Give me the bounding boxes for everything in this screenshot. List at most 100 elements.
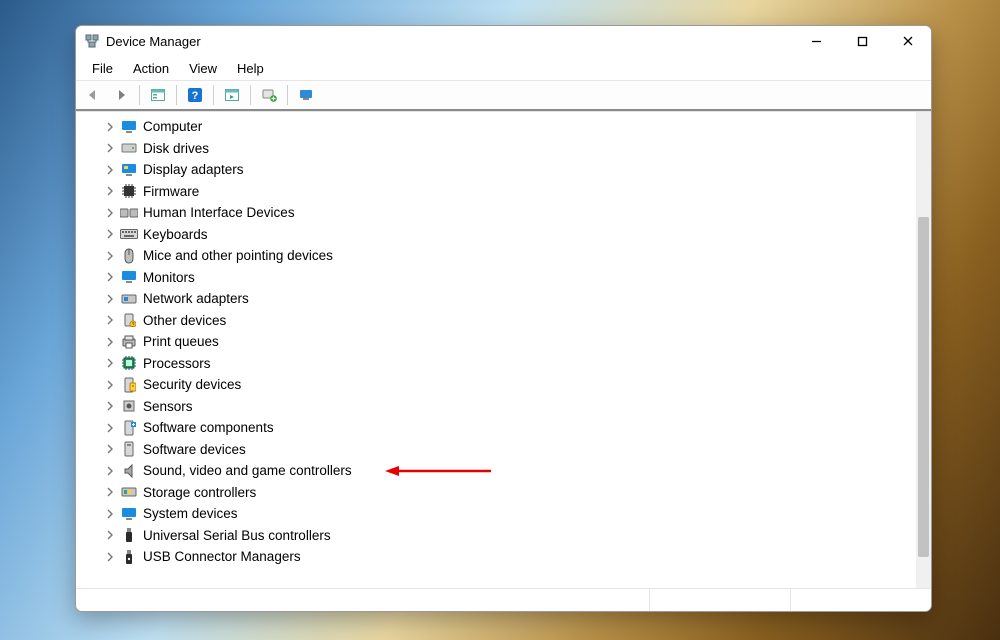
tree-node-label: Universal Serial Bus controllers bbox=[143, 528, 331, 543]
menu-help[interactable]: Help bbox=[227, 58, 274, 79]
chevron-right-icon[interactable] bbox=[104, 164, 116, 176]
tree-node-label: Firmware bbox=[143, 184, 199, 199]
menu-file[interactable]: File bbox=[82, 58, 123, 79]
tree-node-label: System devices bbox=[143, 506, 238, 521]
chevron-right-icon[interactable] bbox=[104, 142, 116, 154]
usb-conn-icon bbox=[120, 549, 138, 565]
chevron-right-icon[interactable] bbox=[104, 271, 116, 283]
monitor-icon bbox=[120, 119, 138, 135]
toolbar: ? bbox=[76, 81, 931, 111]
tree-node-label: Processors bbox=[143, 356, 211, 371]
tree-node[interactable]: Software devices bbox=[76, 439, 916, 461]
device-manager-icon bbox=[84, 33, 100, 49]
chevron-right-icon[interactable] bbox=[104, 185, 116, 197]
tree-node[interactable]: System devices bbox=[76, 503, 916, 525]
other-icon: ? bbox=[120, 312, 138, 328]
tree-node-label: USB Connector Managers bbox=[143, 549, 301, 564]
storage-icon bbox=[120, 484, 138, 500]
keyboard-icon bbox=[120, 226, 138, 242]
menu-view[interactable]: View bbox=[179, 58, 227, 79]
chip-dark-icon bbox=[120, 183, 138, 199]
tree-node[interactable]: Disk drives bbox=[76, 138, 916, 160]
tree-node[interactable]: USB Connector Managers bbox=[76, 546, 916, 568]
status-bar bbox=[76, 588, 931, 611]
show-hide-tree-button[interactable] bbox=[145, 83, 171, 107]
tree-node[interactable]: Software components bbox=[76, 417, 916, 439]
display-icon bbox=[120, 162, 138, 178]
tree-node-label: Software devices bbox=[143, 442, 246, 457]
tree-node-label: Print queues bbox=[143, 334, 219, 349]
tree-node[interactable]: Human Interface Devices bbox=[76, 202, 916, 224]
tree-node[interactable]: Universal Serial Bus controllers bbox=[76, 525, 916, 547]
chevron-right-icon[interactable] bbox=[104, 486, 116, 498]
tree-node-label: Other devices bbox=[143, 313, 226, 328]
tree-node-label: Display adapters bbox=[143, 162, 244, 177]
desktop-wallpaper: Device Manager File Action View Help bbox=[0, 0, 1000, 640]
forward-button[interactable] bbox=[108, 83, 134, 107]
tree-node[interactable]: ? Other devices bbox=[76, 310, 916, 332]
close-button[interactable] bbox=[885, 26, 931, 56]
chevron-right-icon[interactable] bbox=[104, 357, 116, 369]
tree-node-label: Security devices bbox=[143, 377, 241, 392]
chevron-right-icon[interactable] bbox=[104, 400, 116, 412]
cpu-icon bbox=[120, 355, 138, 371]
usb-icon bbox=[120, 527, 138, 543]
tree-node[interactable]: Security devices bbox=[76, 374, 916, 396]
scan-hardware-button[interactable] bbox=[219, 83, 245, 107]
tree-node[interactable]: Storage controllers bbox=[76, 482, 916, 504]
chevron-right-icon[interactable] bbox=[104, 551, 116, 563]
chevron-right-icon[interactable] bbox=[104, 336, 116, 348]
chevron-right-icon[interactable] bbox=[104, 465, 116, 477]
chevron-right-icon[interactable] bbox=[104, 121, 116, 133]
minimize-button[interactable] bbox=[793, 26, 839, 56]
disk-icon bbox=[120, 140, 138, 156]
scroll-thumb[interactable] bbox=[918, 217, 929, 557]
menu-action[interactable]: Action bbox=[123, 58, 179, 79]
tree-node[interactable]: Keyboards bbox=[76, 224, 916, 246]
hid-icon bbox=[120, 205, 138, 221]
tree-node[interactable]: Print queues bbox=[76, 331, 916, 353]
chevron-right-icon[interactable] bbox=[104, 529, 116, 541]
tree-node[interactable]: Processors bbox=[76, 353, 916, 375]
back-button[interactable] bbox=[80, 83, 106, 107]
tree-node[interactable]: Firmware bbox=[76, 181, 916, 203]
tree-node-label: Network adapters bbox=[143, 291, 249, 306]
chevron-right-icon[interactable] bbox=[104, 293, 116, 305]
tree-node-label: Keyboards bbox=[143, 227, 208, 242]
vertical-scrollbar[interactable] bbox=[916, 112, 931, 588]
tree-node-label: Computer bbox=[143, 119, 202, 134]
sensor-icon bbox=[120, 398, 138, 414]
tree-node-label: Storage controllers bbox=[143, 485, 256, 500]
chevron-right-icon[interactable] bbox=[104, 508, 116, 520]
chevron-right-icon[interactable] bbox=[104, 379, 116, 391]
tree-node[interactable]: Display adapters bbox=[76, 159, 916, 181]
menu-bar: File Action View Help bbox=[76, 56, 931, 81]
help-button[interactable]: ? bbox=[182, 83, 208, 107]
title-bar[interactable]: Device Manager bbox=[76, 26, 931, 56]
security-icon bbox=[120, 377, 138, 393]
chevron-right-icon[interactable] bbox=[104, 228, 116, 240]
chevron-right-icon[interactable] bbox=[104, 422, 116, 434]
chevron-right-icon[interactable] bbox=[104, 443, 116, 455]
maximize-button[interactable] bbox=[839, 26, 885, 56]
tree-node[interactable]: Network adapters bbox=[76, 288, 916, 310]
chevron-right-icon[interactable] bbox=[104, 207, 116, 219]
window-title: Device Manager bbox=[106, 34, 201, 49]
svg-text:?: ? bbox=[132, 323, 135, 328]
chevron-right-icon[interactable] bbox=[104, 314, 116, 326]
monitor-icon bbox=[120, 269, 138, 285]
tree-node[interactable]: Monitors bbox=[76, 267, 916, 289]
tree-node[interactable]: Computer bbox=[76, 116, 916, 138]
tree-container: Computer Disk drives Display adapters Firmw… bbox=[76, 111, 931, 588]
tree-node[interactable]: Sensors bbox=[76, 396, 916, 418]
properties-button[interactable] bbox=[293, 83, 319, 107]
soft-dev-icon bbox=[120, 441, 138, 457]
tree-node-label: Human Interface Devices bbox=[143, 205, 295, 220]
tree-node[interactable]: Sound, video and game controllers bbox=[76, 460, 916, 482]
tree-node[interactable]: Mice and other pointing devices bbox=[76, 245, 916, 267]
add-legacy-hardware-button[interactable] bbox=[256, 83, 282, 107]
soft-comp-icon bbox=[120, 420, 138, 436]
chevron-right-icon[interactable] bbox=[104, 250, 116, 262]
network-icon bbox=[120, 291, 138, 307]
device-tree[interactable]: Computer Disk drives Display adapters Firmw… bbox=[76, 112, 916, 588]
